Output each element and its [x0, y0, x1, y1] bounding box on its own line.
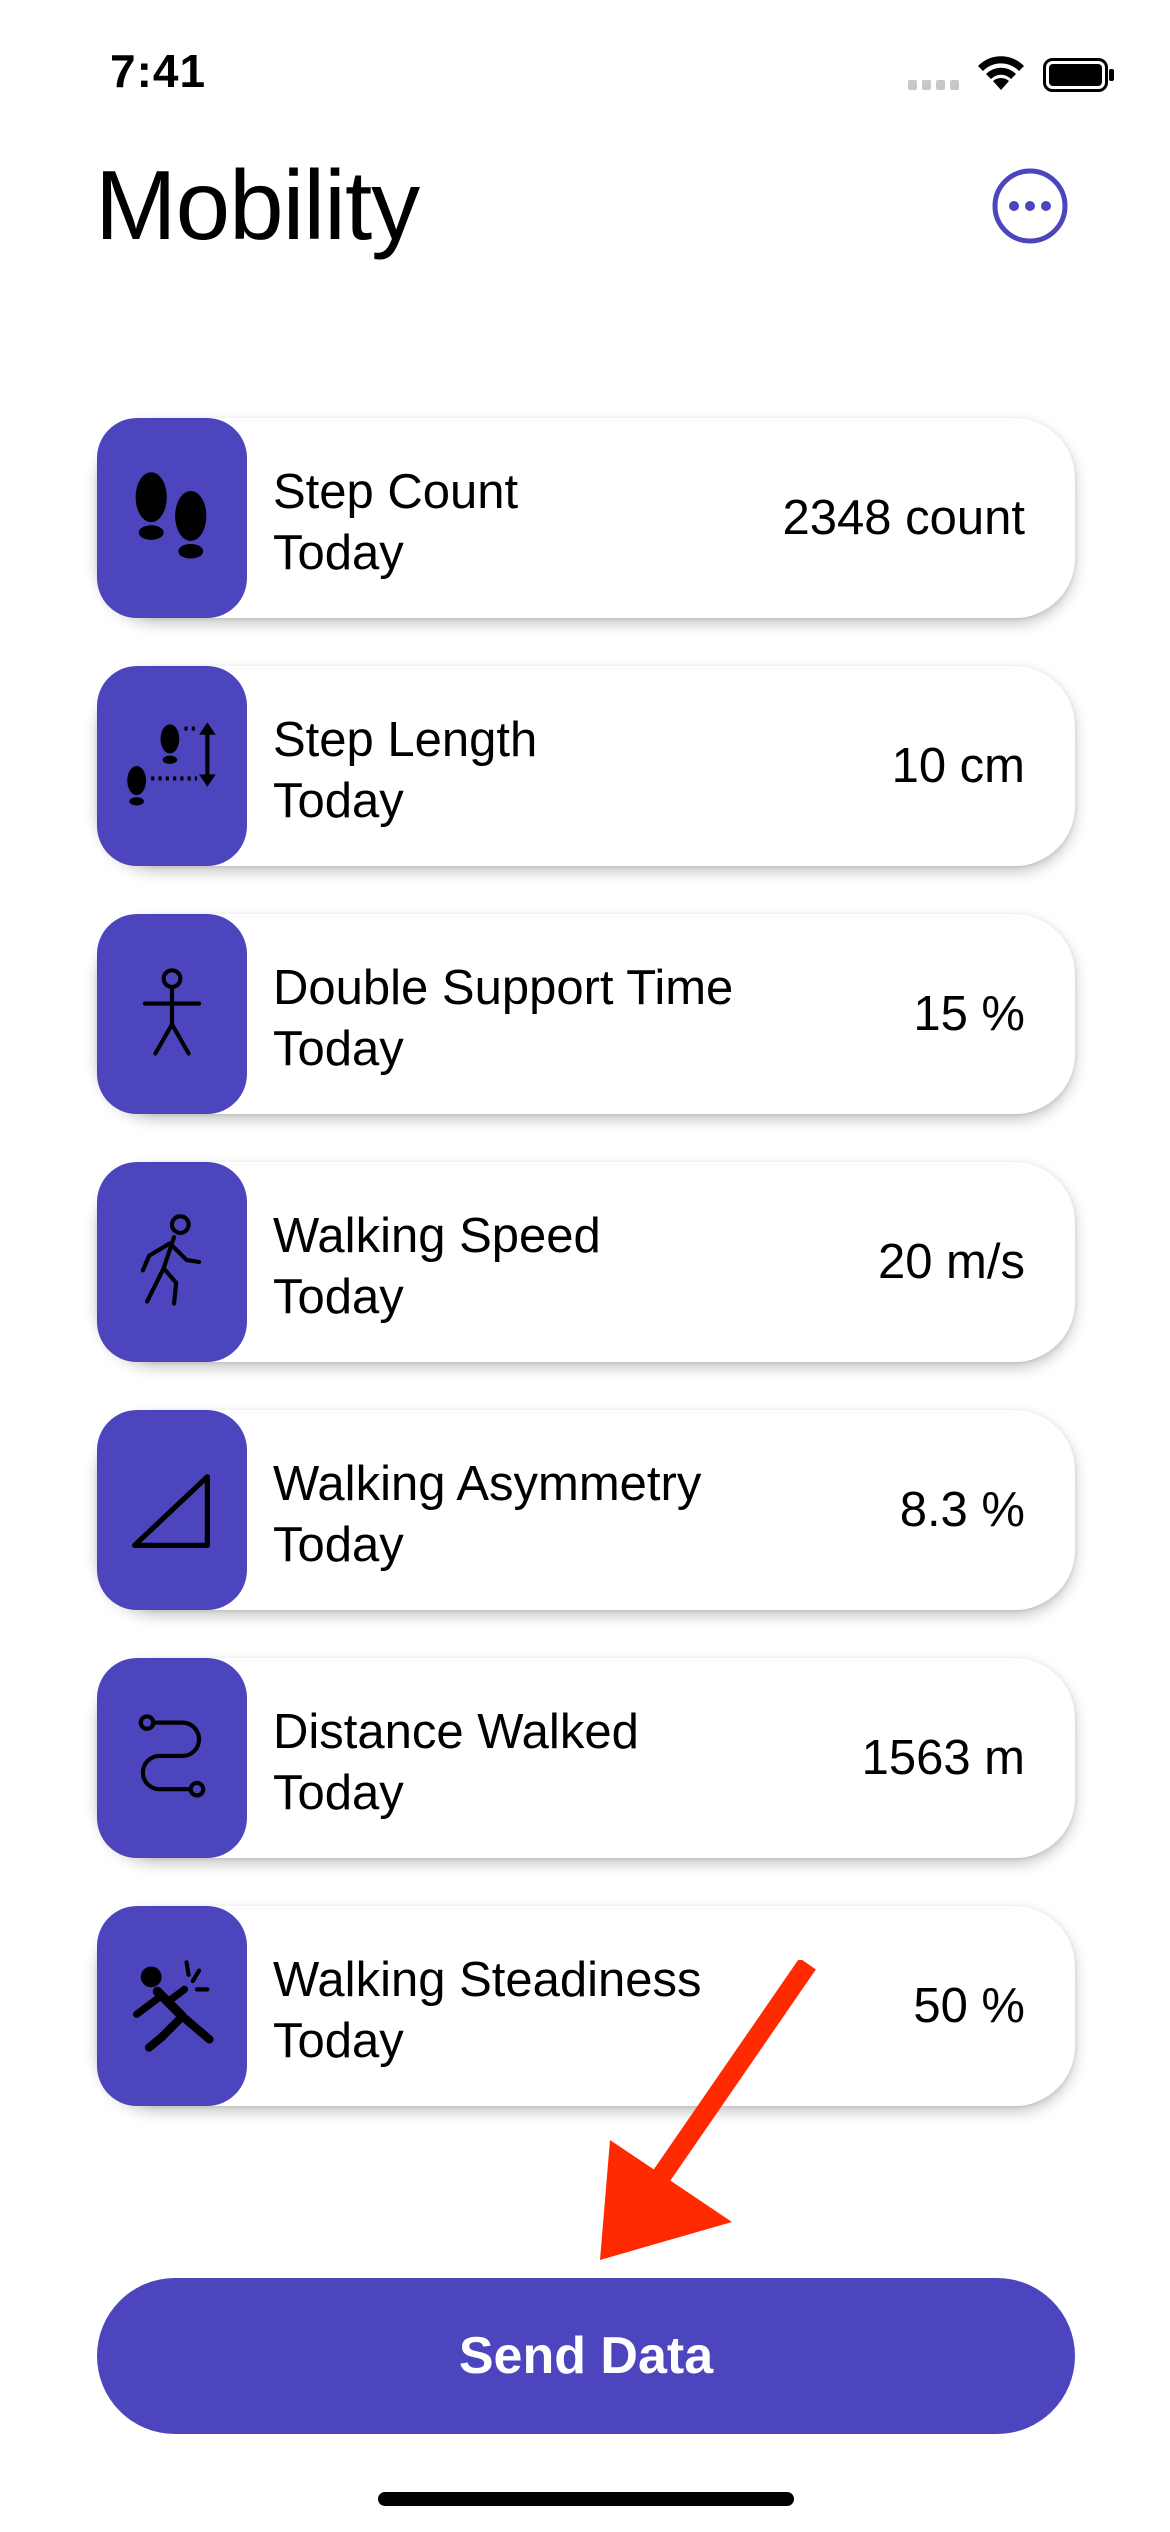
falling-figure-icon [133, 1960, 214, 2052]
metric-subtitle: Today [273, 1270, 404, 1324]
metric-title: Walking Asymmetry [273, 1457, 702, 1511]
metric-value: 50 % [913, 1979, 1025, 2033]
home-indicator[interactable] [378, 2492, 794, 2506]
metric-value: 15 % [913, 987, 1025, 1041]
triangle-icon [131, 1474, 210, 1548]
metric-subtitle: Today [273, 526, 404, 580]
metric-title: Step Count [273, 465, 519, 519]
metric-card-double-support-time[interactable]: Double Support Time Today 15 % [97, 914, 1075, 1114]
metric-title: Step Length [273, 713, 538, 767]
metric-value: 10 cm [891, 739, 1025, 793]
metric-card-walking-steadiness[interactable]: Walking Steadiness Today 50 % [97, 1906, 1075, 2106]
status-time: 7:41 [110, 45, 207, 97]
metric-value: 20 m/s [877, 1235, 1025, 1289]
footprints-icon [135, 472, 207, 559]
metric-card-walking-speed[interactable]: Walking Speed Today 20 m/s [97, 1162, 1075, 1362]
metric-subtitle: Today [273, 1022, 404, 1076]
step-length-icon [127, 722, 216, 806]
walking-figure-icon [140, 1214, 202, 1306]
metric-value: 8.3 % [899, 1483, 1025, 1537]
metric-subtitle: Today [273, 2014, 404, 2068]
metric-subtitle: Today [273, 1766, 404, 1820]
battery-icon [1043, 58, 1114, 92]
metric-subtitle: Today [273, 1518, 404, 1572]
metric-title: Double Support Time [273, 961, 734, 1015]
metric-title: Walking Steadiness [273, 1953, 702, 2007]
metric-value: 1563 m [861, 1731, 1025, 1785]
page-title: Mobility [95, 150, 420, 260]
metric-card-step-count[interactable]: Step Count Today 2348 count [97, 418, 1075, 618]
metric-title: Walking Speed [273, 1209, 601, 1263]
cellular-signal-icon [908, 80, 959, 90]
more-options-button[interactable] [990, 166, 1070, 246]
metric-card-distance-walked[interactable]: Distance Walked Today 1563 m [97, 1658, 1075, 1858]
metric-value: 2348 count [782, 491, 1026, 545]
status-bar: 7:41 [0, 0, 1170, 150]
standing-figure-icon [142, 968, 202, 1056]
path-icon [138, 1714, 206, 1798]
send-data-button[interactable]: Send Data [97, 2278, 1075, 2434]
metric-subtitle: Today [273, 774, 404, 828]
metric-title: Distance Walked [273, 1705, 639, 1759]
wifi-icon [978, 56, 1024, 90]
metric-card-walking-asymmetry[interactable]: Walking Asymmetry Today 8.3 % [97, 1410, 1075, 1610]
metric-card-step-length[interactable]: Step Length Today 10 cm [97, 666, 1075, 866]
